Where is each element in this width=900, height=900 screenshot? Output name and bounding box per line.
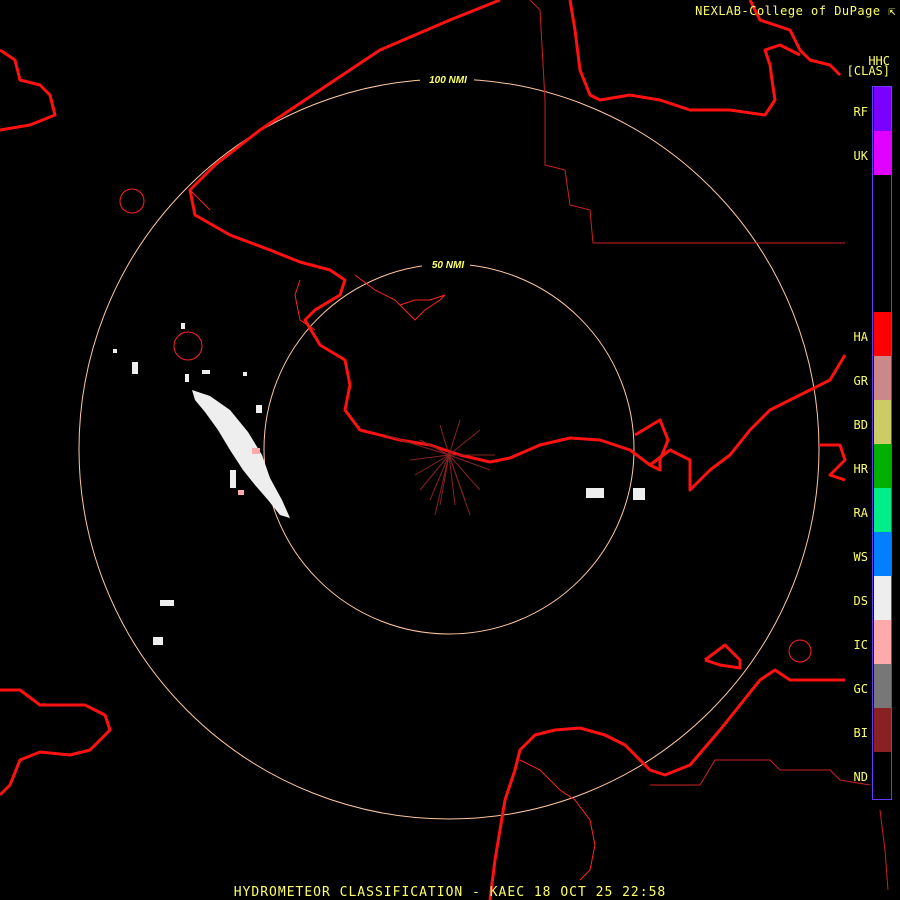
legend-label-ic: IC <box>853 638 868 652</box>
legend-swatch-gr <box>874 356 891 400</box>
legend-label-hr: HR <box>853 462 868 476</box>
radar-map: 50 NMI 100 NMI <box>0 0 889 900</box>
legend-swatch-ha <box>874 312 891 356</box>
legend-label-gc: GC <box>853 682 868 696</box>
radar-returns <box>113 323 645 645</box>
coastal-details <box>119 188 812 881</box>
dry-snow-band <box>192 390 290 518</box>
range-ring-label-100: 100 NMI <box>429 75 467 86</box>
legend-label-nd: ND <box>853 770 868 784</box>
legend-label-ha: HA <box>853 330 868 344</box>
credit-label: NEXLAB-College of DuPage ⇱ <box>695 4 896 18</box>
legend-label-bd: BD <box>853 418 868 432</box>
legend-swatch-uk <box>874 131 891 175</box>
legend-swatch-gc <box>874 664 891 708</box>
legend-label-gr: GR <box>853 374 868 388</box>
legend-swatch-ic <box>874 620 891 664</box>
product-footer: HYDROMETEOR CLASSIFICATION - KAEC 18 OCT… <box>233 885 667 900</box>
range-ring-label-50: 50 NMI <box>432 260 464 271</box>
legend-swatch-nd <box>874 752 891 796</box>
legend-swatch-rf <box>874 87 891 131</box>
legend-label-ra: RA <box>853 506 868 520</box>
legend-swatch-hr <box>874 444 891 488</box>
legend-label-bi: BI <box>853 726 868 740</box>
legend-swatch-bi <box>874 708 891 752</box>
legend-label-ws: WS <box>853 550 868 564</box>
legend-label-rf: RF <box>853 105 868 119</box>
legend-swatch-ds <box>874 576 891 620</box>
legend-label-ds: DS <box>853 594 868 608</box>
legend-swatch-ra <box>874 488 891 532</box>
clutter-near-radar <box>384 419 495 516</box>
coastline <box>0 0 847 900</box>
range-ring-50 <box>263 263 635 635</box>
legend-label-uk: UK <box>853 149 868 163</box>
legend-swatch-ws <box>874 532 891 576</box>
product-code: [CLAS] <box>846 64 890 78</box>
legend-colorbar <box>872 86 892 800</box>
legend-swatch-bd <box>874 400 891 444</box>
